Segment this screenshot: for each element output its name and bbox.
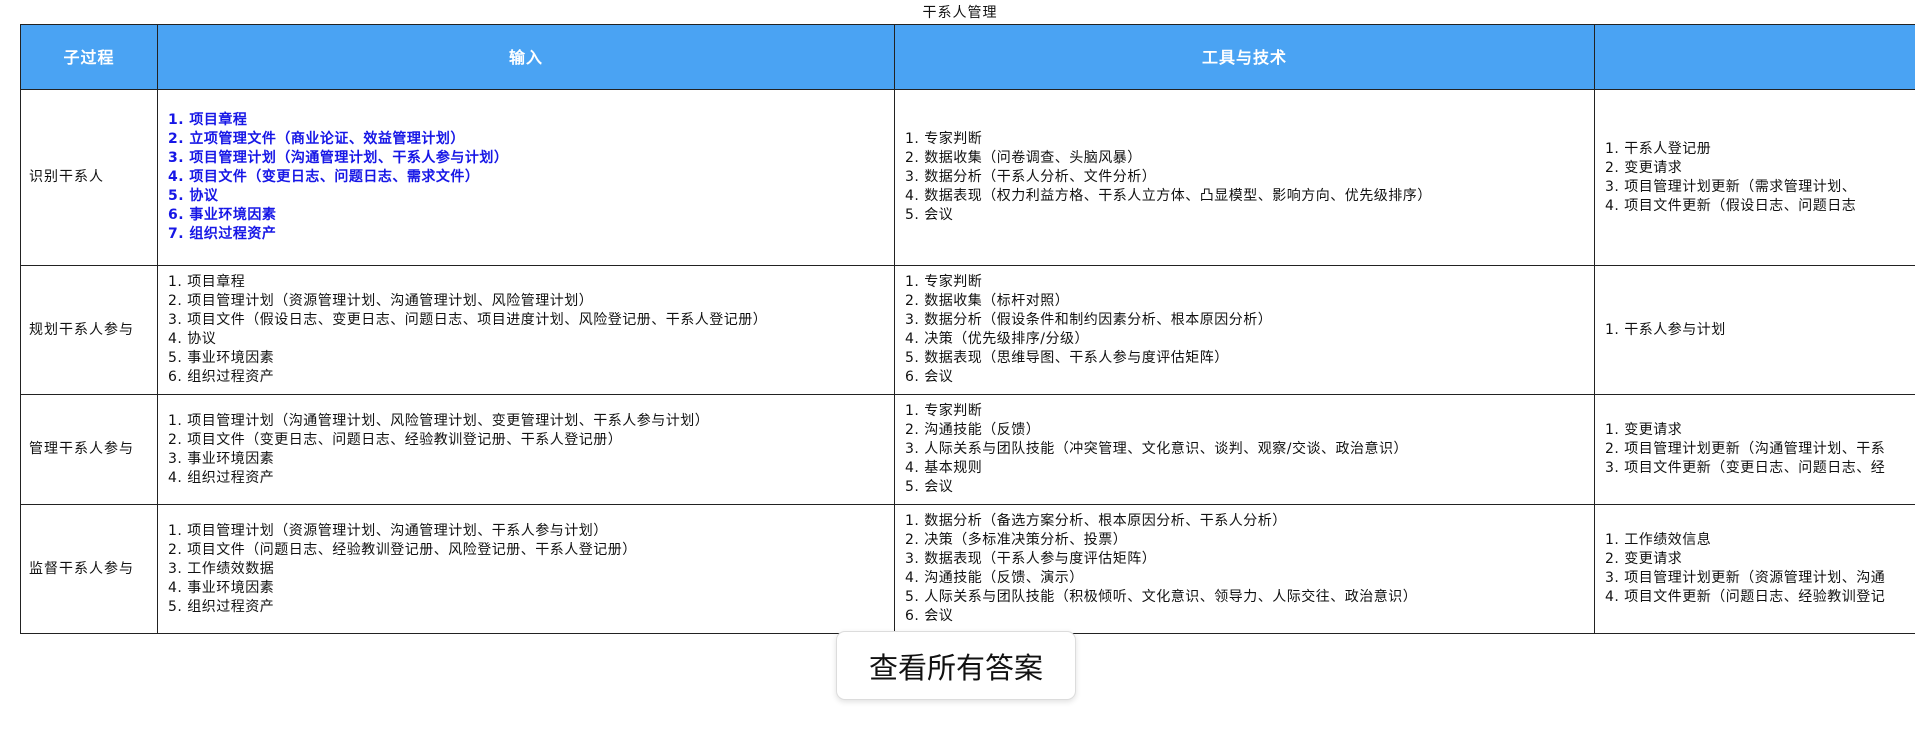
subprocess-cell: 规划干系人参与 [20,265,158,395]
inputs-cell: 1. 项目管理计划（沟通管理计划、风险管理计划、变更管理计划、干系人参与计划） … [157,394,895,505]
list-item: 1. 干系人参与计划 [1605,321,1726,338]
list-item: 1. 工作绩效信息 [1605,532,1712,548]
list-item: 2. 数据收集（问卷调查、头脑风暴） [905,150,1142,166]
list-item: 4. 基本规则 [905,460,983,476]
list-item: 1. 变更请求 [1605,422,1683,438]
table-row: 规划干系人参与 1. 项目章程 2. 项目管理计划（资源管理计划、沟通管理计划、… [20,265,1915,395]
list-item: 7. 组织过程资产 [168,226,277,242]
list-item: 5. 会议 [905,207,954,223]
list-item: 4. 组织过程资产 [168,469,275,486]
list-item: 3. 项目文件（假设日志、变更日志、问题日志、项目进度计划、风险登记册、干系人登… [168,312,768,328]
list-item: 2. 项目管理计划更新（沟通管理计划、干系 [1605,441,1886,457]
list-item: 5. 数据表现（思维导图、干系人参与度评估矩阵） [905,350,1229,366]
list-item: 2. 数据收集（标杆对照） [905,293,1070,309]
list-item: 4. 项目文件（变更日志、问题日志、需求文件） [168,169,480,185]
list-item: 2. 沟通技能（反馈） [905,422,1041,438]
list-item: 1. 干系人登记册 [1605,140,1712,157]
tools-list: 1. 专家判断 2. 数据收集（标杆对照） 3. 数据分析（假设条件和制约因素分… [905,273,1584,387]
outputs-list: 1. 干系人登记册 2. 变更请求 3. 项目管理计划更新（需求管理计划、 4.… [1605,140,1915,216]
list-item: 3. 人际关系与团队技能（冲突管理、文化意识、谈判、观察/交谈、政治意识） [905,441,1409,457]
list-item: 3. 项目管理计划（沟通管理计划、干系人参与计划） [168,150,509,166]
list-item: 4. 决策（优先级排序/分级） [905,331,1090,347]
list-item: 4. 数据表现（权力利益方格、干系人立方体、凸显模型、影响方向、优先级排序） [905,188,1432,204]
list-item: 1. 项目章程 [168,274,246,290]
list-item: 2. 项目文件（变更日志、问题日志、经验教训登记册、干系人登记册） [168,431,623,448]
table-row: 管理干系人参与 1. 项目管理计划（沟通管理计划、风险管理计划、变更管理计划、干… [20,394,1915,505]
subprocess-cell: 识别干系人 [20,89,158,266]
inputs-list: 1. 项目管理计划（沟通管理计划、风险管理计划、变更管理计划、干系人参与计划） … [168,412,884,488]
page-title: 干系人管理 [922,5,998,21]
inputs-list: 1. 项目章程 2. 项目管理计划（资源管理计划、沟通管理计划、风险管理计划） … [168,273,884,387]
list-item: 6. 事业环境因素 [168,207,277,223]
tools-list: 1. 专家判断 2. 沟通技能（反馈） 3. 人际关系与团队技能（冲突管理、文化… [905,402,1584,497]
inputs-cell: 1. 项目章程 2. 立项管理文件（商业论证、效益管理计划） 3. 项目管理计划… [157,89,895,266]
list-item: 1. 专家判断 [905,274,983,290]
tools-cell: 1. 专家判断 2. 沟通技能（反馈） 3. 人际关系与团队技能（冲突管理、文化… [894,394,1595,505]
subprocess-cell: 监督干系人参与 [20,504,158,634]
outputs-cell: 1. 变更请求 2. 项目管理计划更新（沟通管理计划、干系 3. 项目文件更新（… [1594,394,1915,505]
process-matrix-table: 子过程 输入 工具与技术 识别干系人 1. 项目章程 2. 立项管理文件（商业论… [20,24,1915,634]
list-item: 4. 沟通技能（反馈、演示） [905,570,1084,586]
list-item: 3. 项目管理计划更新（资源管理计划、沟通 [1605,570,1886,586]
list-item: 2. 决策（多标准决策分析、投票） [905,532,1128,548]
list-item: 3. 数据表现（干系人参与度评估矩阵） [905,551,1157,567]
list-item: 3. 项目管理计划更新（需求管理计划、 [1605,178,1857,195]
view-all-answers-button[interactable]: 查看所有答案 [836,631,1076,700]
tools-list: 1. 专家判断 2. 数据收集（问卷调查、头脑风暴） 3. 数据分析（干系人分析… [905,130,1584,225]
outputs-list: 1. 工作绩效信息 2. 变更请求 3. 项目管理计划更新（资源管理计划、沟通 … [1605,531,1915,607]
table-header-row: 子过程 输入 工具与技术 [20,24,1915,90]
outputs-list: 1. 变更请求 2. 项目管理计划更新（沟通管理计划、干系 3. 项目文件更新（… [1605,421,1915,478]
header-outputs [1594,24,1915,90]
tools-cell: 1. 专家判断 2. 数据收集（问卷调查、头脑风暴） 3. 数据分析（干系人分析… [894,89,1595,266]
list-item: 2. 项目文件（问题日志、经验教训登记册、风险登记册、干系人登记册） [168,541,637,558]
list-item: 4. 协议 [168,331,217,347]
list-item: 1. 专家判断 [905,131,983,147]
list-item: 5. 组织过程资产 [168,598,275,615]
list-item: 4. 项目文件更新（假设日志、问题日志 [1605,197,1857,214]
list-item: 6. 组织过程资产 [168,369,275,385]
table-row: 识别干系人 1. 项目章程 2. 立项管理文件（商业论证、效益管理计划） 3. … [20,89,1915,266]
header-inputs: 输入 [157,24,895,90]
outputs-cell: 1. 干系人参与计划 [1594,265,1915,395]
tools-cell: 1. 专家判断 2. 数据收集（标杆对照） 3. 数据分析（假设条件和制约因素分… [894,265,1595,395]
list-item: 3. 数据分析（干系人分析、文件分析） [905,169,1157,185]
list-item: 2. 立项管理文件（商业论证、效益管理计划） [168,131,465,147]
list-item: 3. 数据分析（假设条件和制约因素分析、根本原因分析） [905,312,1273,328]
list-item: 5. 人际关系与团队技能（积极倾听、文化意识、领导力、人际交往、政治意识） [905,589,1418,605]
list-item: 2. 变更请求 [1605,159,1683,176]
outputs-cell: 1. 工作绩效信息 2. 变更请求 3. 项目管理计划更新（资源管理计划、沟通 … [1594,504,1915,634]
list-item: 1. 专家判断 [905,403,983,419]
header-tools: 工具与技术 [894,24,1595,90]
outputs-cell: 1. 干系人登记册 2. 变更请求 3. 项目管理计划更新（需求管理计划、 4.… [1594,89,1915,266]
subprocess-cell: 管理干系人参与 [20,394,158,505]
list-item: 3. 工作绩效数据 [168,560,275,577]
tools-cell: 1. 数据分析（备选方案分析、根本原因分析、干系人分析） 2. 决策（多标准决策… [894,504,1595,634]
list-item: 6. 会议 [905,369,954,385]
list-item: 1. 项目管理计划（资源管理计划、沟通管理计划、干系人参与计划） [168,522,608,539]
list-item: 2. 变更请求 [1605,551,1683,567]
list-item: 5. 协议 [168,188,219,204]
list-item: 1. 数据分析（备选方案分析、根本原因分析、干系人分析） [905,513,1287,529]
list-item: 3. 项目文件更新（变更日志、问题日志、经 [1605,460,1886,476]
table-row: 监督干系人参与 1. 项目管理计划（资源管理计划、沟通管理计划、干系人参与计划）… [20,504,1915,634]
list-item: 3. 事业环境因素 [168,450,275,467]
list-item: 1. 项目章程 [168,112,248,128]
list-item: 2. 项目管理计划（资源管理计划、沟通管理计划、风险管理计划） [168,293,594,309]
list-item: 4. 事业环境因素 [168,579,275,596]
tools-list: 1. 数据分析（备选方案分析、根本原因分析、干系人分析） 2. 决策（多标准决策… [905,512,1584,626]
list-item: 6. 会议 [905,608,954,624]
inputs-cell: 1. 项目章程 2. 项目管理计划（资源管理计划、沟通管理计划、风险管理计划） … [157,265,895,395]
header-subprocess: 子过程 [20,24,158,90]
inputs-cell: 1. 项目管理计划（资源管理计划、沟通管理计划、干系人参与计划） 2. 项目文件… [157,504,895,634]
list-item: 1. 项目管理计划（沟通管理计划、风险管理计划、变更管理计划、干系人参与计划） [168,412,710,429]
list-item: 5. 事业环境因素 [168,350,275,366]
page: 干系人管理 子过程 输入 工具与技术 识别干系人 1. 项目章程 2. 立项管理… [0,0,1915,748]
inputs-list: 1. 项目管理计划（资源管理计划、沟通管理计划、干系人参与计划） 2. 项目文件… [168,522,884,617]
outputs-list: 1. 干系人参与计划 [1605,321,1915,340]
list-item: 5. 会议 [905,479,954,495]
inputs-list: 1. 项目章程 2. 立项管理文件（商业论证、效益管理计划） 3. 项目管理计划… [168,111,884,244]
list-item: 4. 项目文件更新（问题日志、经验教训登记 [1605,589,1886,605]
